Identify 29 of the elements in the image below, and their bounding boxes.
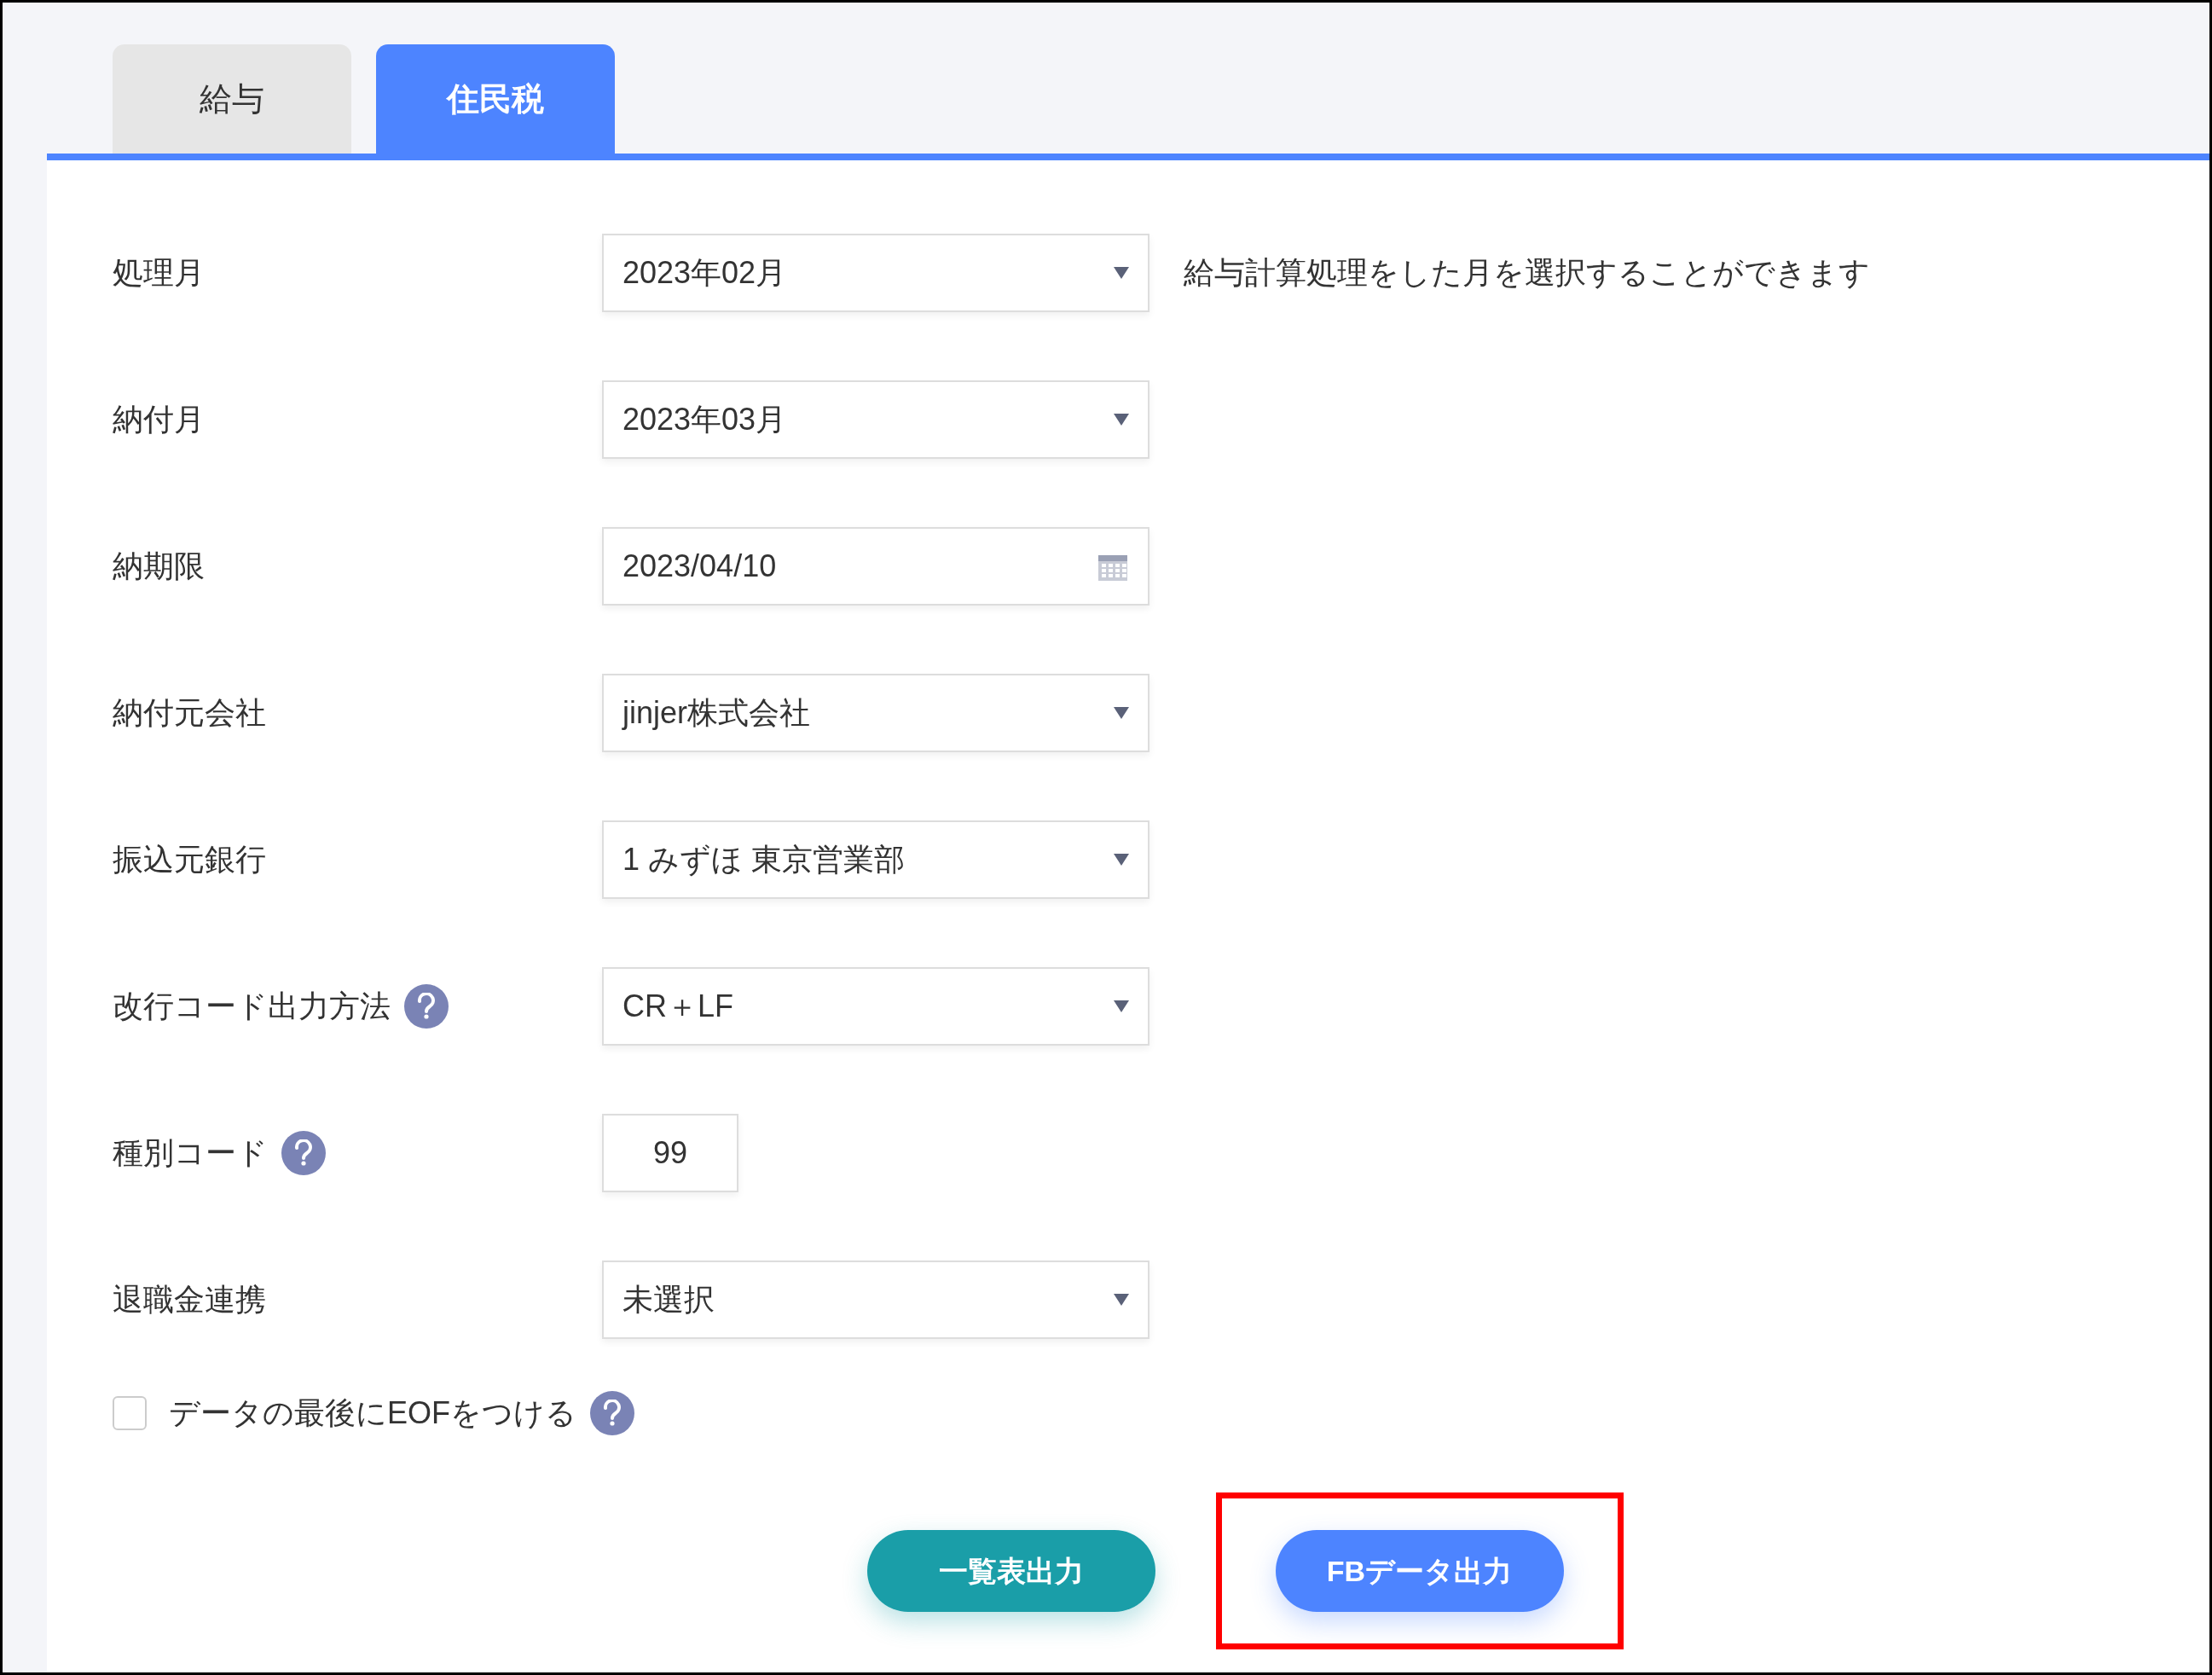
- field-label: 振込元銀行: [113, 841, 266, 878]
- field-label: 退職金連携: [113, 1281, 266, 1319]
- checkbox-label: データの最後にEOFをつける: [169, 1394, 576, 1432]
- help-icon[interactable]: [404, 984, 449, 1029]
- field-label: 納期限: [113, 548, 205, 585]
- caret-icon: [1114, 854, 1129, 866]
- help-icon[interactable]: [590, 1391, 634, 1435]
- tab[interactable]: 給与: [113, 44, 351, 154]
- caret-icon: [1114, 267, 1129, 279]
- caret-icon: [1114, 707, 1129, 719]
- field-label: 処理月: [113, 254, 205, 292]
- field-label: 種別コード: [113, 1134, 268, 1172]
- dropdown-field[interactable]: CR＋LF: [602, 967, 1149, 1046]
- checkbox[interactable]: [113, 1396, 147, 1430]
- dropdown-field[interactable]: 1 みずほ 東京営業部: [602, 820, 1149, 899]
- dropdown-field[interactable]: jinjer株式会社: [602, 674, 1149, 752]
- dropdown-field[interactable]: 2023年03月: [602, 380, 1149, 459]
- caret-icon: [1114, 414, 1129, 426]
- field-label: 納付月: [113, 401, 205, 438]
- help-icon[interactable]: [281, 1131, 326, 1175]
- caret-icon: [1114, 1294, 1129, 1306]
- dropdown-field[interactable]: 未選択: [602, 1261, 1149, 1339]
- field-label: 改行コード出力方法: [113, 988, 391, 1025]
- dropdown-field[interactable]: 2023年02月: [602, 234, 1149, 312]
- hint-text: 給与計算処理をした月を選択することができます: [1184, 254, 1870, 292]
- number-field[interactable]: 99: [602, 1114, 738, 1192]
- date-field[interactable]: 2023/04/10: [602, 527, 1149, 606]
- caret-icon: [1114, 1000, 1129, 1012]
- field-label: 納付元会社: [113, 694, 266, 732]
